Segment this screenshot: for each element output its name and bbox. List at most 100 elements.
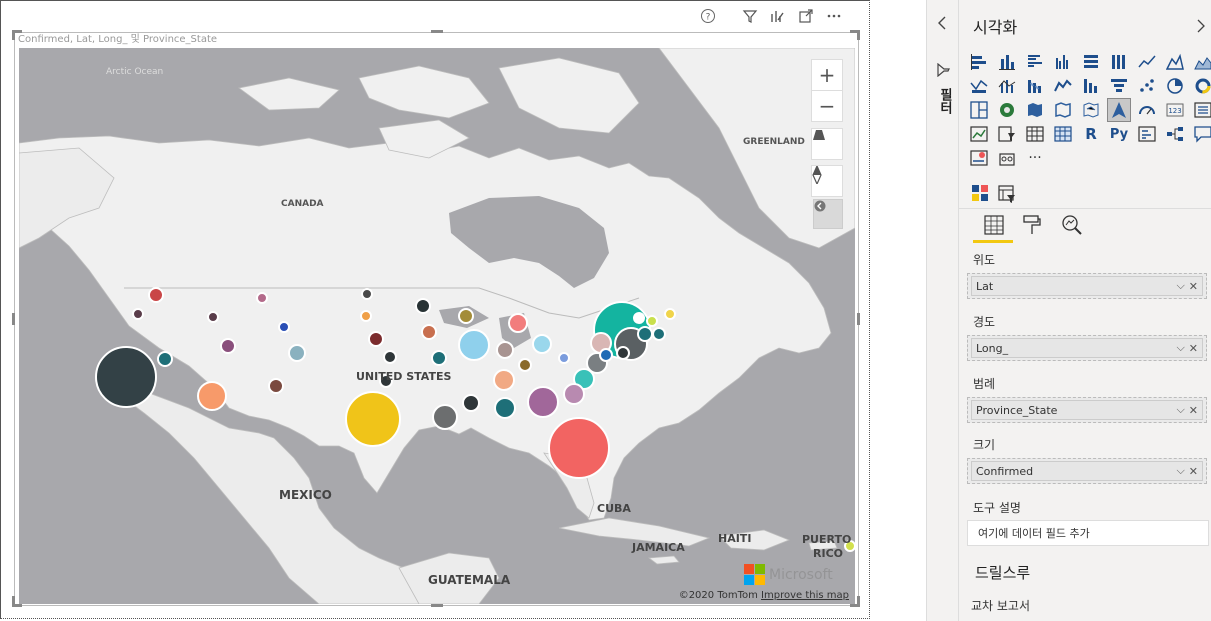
line-chart-icon[interactable] <box>1135 50 1159 74</box>
field-well[interactable]: Confirmed ⌵ ✕ <box>967 458 1207 484</box>
map-icon[interactable] <box>995 98 1019 122</box>
map-bubble[interactable] <box>207 311 219 323</box>
map-bubble[interactable] <box>288 344 306 362</box>
map-bubble[interactable] <box>518 358 532 372</box>
resize-handle[interactable] <box>857 313 860 325</box>
map-bubble[interactable] <box>664 308 676 320</box>
map-bubble[interactable] <box>532 334 552 354</box>
resize-handle[interactable] <box>12 313 15 325</box>
chevron-down-icon[interactable]: ⌵ <box>1176 341 1184 355</box>
map-bubble[interactable] <box>360 310 372 322</box>
line-and-stacked-column-icon[interactable] <box>967 74 991 98</box>
map-bubble[interactable] <box>278 321 290 333</box>
zoom-in-button[interactable]: + <box>811 59 843 91</box>
stacked-area-chart-icon[interactable] <box>1191 50 1211 74</box>
r-visual-icon[interactable]: R <box>1079 122 1103 146</box>
more-visuals-icon[interactable]: ··· <box>1023 146 1047 170</box>
map-bubble[interactable] <box>132 308 144 320</box>
map-bubble[interactable] <box>496 341 514 359</box>
funnel-chart-icon[interactable] <box>1079 74 1103 98</box>
map-bubble[interactable] <box>563 383 585 405</box>
map-bubble[interactable] <box>462 394 480 412</box>
matrix-icon[interactable] <box>1051 122 1075 146</box>
filters-pane-collapsed[interactable]: 필터 <box>926 0 959 621</box>
map-bubble[interactable] <box>95 346 157 408</box>
field-well[interactable]: Lat ⌵ ✕ <box>967 273 1207 299</box>
map-visual[interactable]: Arctic Ocean GREENLAND CANADA UNITED STA… <box>19 48 855 604</box>
filter-icon[interactable] <box>742 8 758 24</box>
map-bubble[interactable] <box>415 298 431 314</box>
field-well[interactable]: Long_ ⌵ ✕ <box>967 335 1207 361</box>
clustered-bar-chart-icon[interactable] <box>1023 50 1047 74</box>
rotate-control[interactable] <box>813 199 843 229</box>
map-bubble[interactable] <box>616 346 630 360</box>
chevron-down-icon[interactable]: ⌵ <box>1176 279 1184 293</box>
map-bubble[interactable] <box>421 324 437 340</box>
focus-icon[interactable] <box>770 8 786 24</box>
multi-row-card-icon[interactable] <box>1191 98 1211 122</box>
close-icon[interactable]: ✕ <box>1189 280 1198 293</box>
field-pill[interactable]: Confirmed ⌵ ✕ <box>971 461 1203 481</box>
shape-map-icon[interactable] <box>1051 98 1075 122</box>
paginated-report-icon[interactable] <box>995 146 1019 170</box>
map-bubble[interactable] <box>361 288 373 300</box>
close-icon[interactable]: ✕ <box>1189 342 1198 355</box>
map-bubble[interactable] <box>268 378 284 394</box>
collapse-filters-icon[interactable] <box>937 16 947 34</box>
expand-icon[interactable] <box>798 8 814 24</box>
tilt-button[interactable] <box>811 128 843 160</box>
map-bubble[interactable] <box>637 326 653 342</box>
resize-handle[interactable] <box>431 604 443 607</box>
python-visual-icon[interactable]: Py <box>1107 122 1131 146</box>
map-bubble[interactable] <box>633 312 645 324</box>
treemap-icon[interactable] <box>967 98 991 122</box>
get-more-visuals-icon[interactable] <box>997 184 1017 208</box>
map-bubble[interactable] <box>157 351 173 367</box>
gauge-icon[interactable] <box>1135 98 1159 122</box>
close-icon[interactable]: ✕ <box>1189 465 1198 478</box>
map-bubble[interactable] <box>345 391 401 447</box>
smart-narrative-icon[interactable] <box>967 146 991 170</box>
map-bubble[interactable] <box>646 315 658 327</box>
map-bubble[interactable] <box>368 331 384 347</box>
filters-label[interactable]: 필터 <box>935 88 954 114</box>
field-well[interactable]: Province_State ⌵ ✕ <box>967 397 1207 423</box>
map-bubble[interactable] <box>599 348 613 362</box>
field-pill[interactable]: Province_State ⌵ ✕ <box>971 400 1203 420</box>
custom-visual-icon[interactable] <box>971 184 989 206</box>
field-pill[interactable]: Lat ⌵ ✕ <box>971 276 1203 296</box>
clustered-column-chart-icon[interactable] <box>1051 50 1075 74</box>
zoom-out-button[interactable]: − <box>811 90 843 122</box>
100-stacked-bar-icon[interactable] <box>1079 50 1103 74</box>
donut-chart-icon[interactable] <box>1191 74 1211 98</box>
map-bubble[interactable] <box>197 381 227 411</box>
map-bubble[interactable] <box>383 350 397 364</box>
more-icon[interactable] <box>826 8 842 24</box>
100-stacked-column-icon[interactable] <box>1107 50 1131 74</box>
map-bubble[interactable] <box>527 386 559 418</box>
resize-handle[interactable] <box>850 604 860 607</box>
compass-button[interactable] <box>811 165 843 197</box>
kpi-icon[interactable] <box>967 122 991 146</box>
map-bubble[interactable] <box>432 404 458 430</box>
resize-handle[interactable] <box>857 30 860 40</box>
map-bubble[interactable] <box>494 397 516 419</box>
arcgis-map-icon[interactable] <box>1107 98 1131 122</box>
help-icon[interactable]: ? <box>700 8 716 24</box>
map-bubble[interactable] <box>458 308 474 324</box>
slicer-icon[interactable] <box>995 122 1019 146</box>
map-bubble[interactable] <box>431 350 447 366</box>
map-bubble[interactable] <box>148 287 164 303</box>
pie-chart-icon[interactable] <box>1163 74 1187 98</box>
key-influencers-icon[interactable] <box>1135 122 1159 146</box>
decomposition-tree-icon[interactable] <box>1163 122 1187 146</box>
collapse-pane-icon[interactable] <box>1197 18 1205 37</box>
map-bubble[interactable] <box>256 292 268 304</box>
filled-map-icon[interactable] <box>1023 98 1047 122</box>
scatter-chart-icon[interactable] <box>1135 74 1159 98</box>
improve-map-link[interactable]: Improve this map <box>761 590 849 601</box>
qa-visual-icon[interactable] <box>1191 122 1211 146</box>
ribbon-chart-icon[interactable] <box>1023 74 1047 98</box>
resize-handle[interactable] <box>431 30 443 33</box>
resize-handle[interactable] <box>12 30 15 40</box>
